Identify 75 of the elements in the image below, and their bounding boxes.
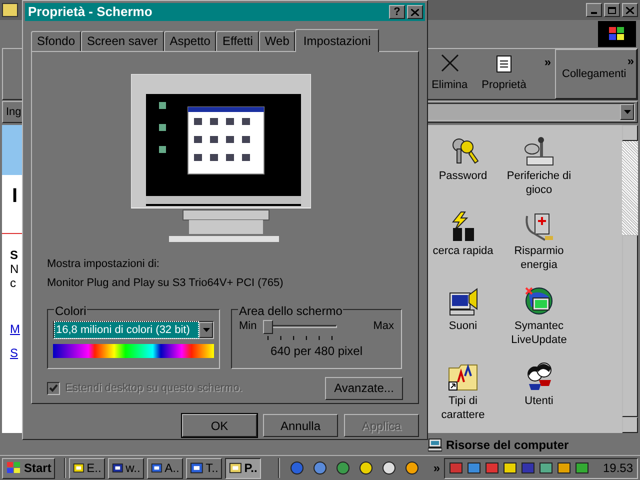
tab[interactable]: Effetti [216, 30, 259, 51]
dialog-button[interactable]: Annulla [263, 414, 338, 437]
tab[interactable]: Aspetto [164, 30, 216, 51]
dialog-button[interactable]: OK [182, 414, 257, 437]
colors-select[interactable]: 16,8 milioni di colori (32 bit) [53, 320, 214, 339]
tab[interactable]: Impostazioni [295, 28, 379, 52]
close-button[interactable] [407, 5, 423, 19]
tray-icon[interactable] [538, 461, 553, 475]
min-label: Min [239, 318, 257, 334]
cross-icon [440, 53, 460, 73]
toolbar-button[interactable]: Elimina [428, 53, 472, 95]
pane-text: c [10, 276, 16, 290]
dropdown-button[interactable] [620, 104, 634, 120]
close-icon [626, 6, 634, 14]
links-label[interactable]: Collegamenti [562, 66, 626, 82]
restore-button[interactable] [604, 3, 620, 17]
icon-label[interactable]: cerca rapida [428, 244, 498, 258]
tab[interactable]: Web [258, 30, 296, 51]
display-name: Monitor Plug and Play su S3 Trio64V+ PCI (765) [47, 276, 284, 292]
quick-launch-icon[interactable] [404, 460, 420, 476]
status-text: Risorse del computer [446, 437, 569, 454]
address-label: Ing [6, 104, 22, 120]
computer-icon [428, 438, 442, 452]
scrollbar[interactable] [622, 125, 638, 433]
display-label: Mostra impostazioni di: [47, 256, 160, 272]
resolution-text: 640 per 480 pixel [269, 342, 364, 360]
icon-label[interactable]: Risparmio energia [498, 244, 580, 272]
icon-label[interactable]: Password [428, 169, 498, 183]
toolbar-button[interactable]: Proprietà [478, 53, 530, 95]
tray-icon[interactable] [556, 461, 571, 475]
dropdown-button[interactable] [199, 322, 213, 338]
help-button[interactable]: ? [389, 5, 405, 19]
quick-launch-icon[interactable] [358, 460, 374, 476]
taskbar-button[interactable]: w.. [108, 458, 144, 478]
minimize-button[interactable] [586, 3, 602, 17]
tick-marks-drawing [266, 336, 333, 340]
close-icon [411, 8, 419, 16]
pane-text: S [10, 248, 18, 262]
icon-label[interactable]: Suoni [428, 319, 498, 333]
joystick-icon [523, 135, 555, 167]
taskbar-button[interactable]: P.. [225, 458, 262, 478]
icon-label[interactable]: Symantec LiveUpdate [498, 319, 580, 347]
max-label: Max [373, 318, 394, 334]
flag-icon [6, 461, 22, 475]
flag-icon [608, 26, 626, 42]
icon-label[interactable]: Tipi di carattere [428, 394, 498, 422]
window-icon [2, 3, 18, 17]
tray-icon[interactable] [574, 461, 589, 475]
clock: 19.53 [602, 460, 633, 477]
start-button[interactable]: Start [2, 458, 56, 478]
icon-label[interactable]: Utenti [498, 394, 580, 408]
tab[interactable]: Sfondo [31, 30, 82, 51]
tray-icon[interactable] [466, 461, 481, 475]
taskbar-button[interactable]: A.. [147, 458, 184, 478]
quick-launch-icon[interactable] [381, 460, 398, 476]
pane-link[interactable]: M [10, 320, 20, 338]
speaker-icon [447, 285, 479, 317]
chevron-button[interactable]: » [433, 459, 440, 477]
caret-icon [624, 110, 630, 114]
pane-heading: I [12, 184, 18, 209]
icon-label[interactable]: Periferiche di gioco [498, 169, 580, 197]
taskbar-button[interactable]: T.. [186, 458, 222, 478]
caret-icon [202, 328, 210, 332]
pane-text: N [10, 262, 19, 276]
slider-thumb[interactable] [262, 320, 273, 334]
close-button[interactable] [622, 3, 638, 17]
taskbar-button[interactable]: E.. [69, 458, 106, 478]
window-title: Proprietà - Schermo [28, 3, 152, 22]
check-icon [49, 384, 58, 392]
advanced-button[interactable]: Avanzate... [325, 376, 403, 400]
pane-link[interactable]: S [10, 344, 18, 362]
chevron-button[interactable]: » [536, 53, 551, 71]
tray-icon[interactable] [502, 461, 517, 475]
tab[interactable]: Screen saver [81, 30, 164, 51]
chevron-button[interactable]: » [627, 52, 634, 70]
